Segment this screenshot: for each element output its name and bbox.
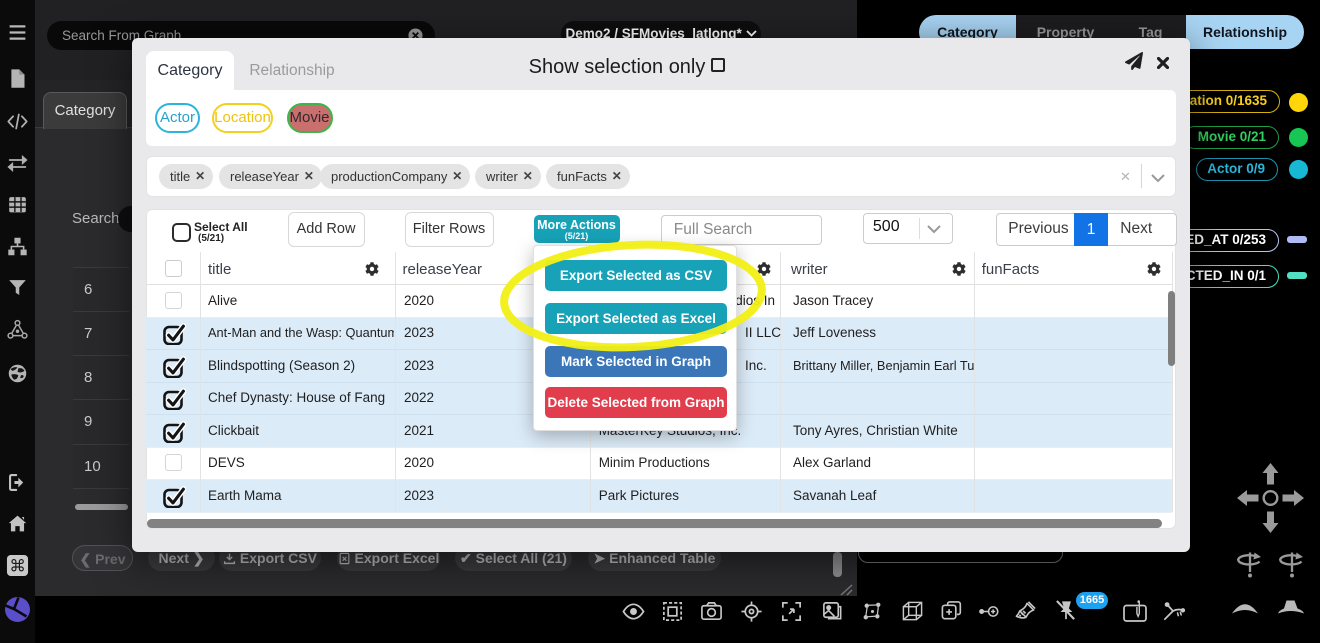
svg-text:⌘: ⌘ bbox=[9, 557, 25, 575]
